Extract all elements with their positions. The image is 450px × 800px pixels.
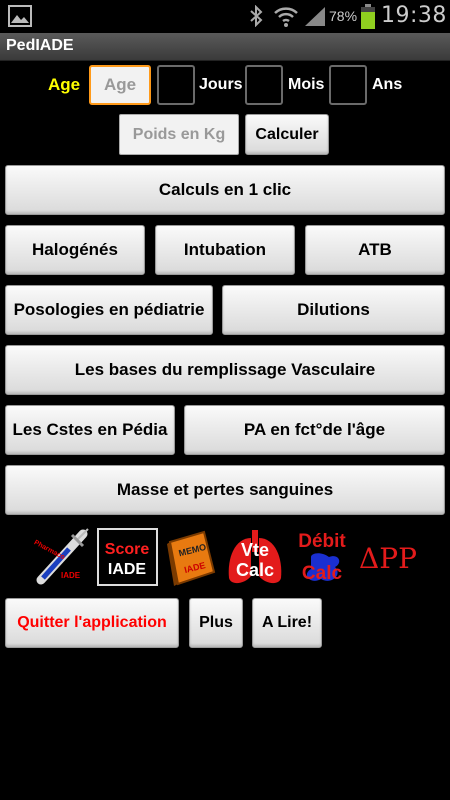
debit-label: Débit xyxy=(298,531,346,552)
status-bar: 78% 19:38 xyxy=(0,0,450,33)
bluetooth-icon xyxy=(250,5,263,27)
atb-button[interactable]: ATB xyxy=(305,225,445,275)
mois-label: Mois xyxy=(288,76,325,93)
battery-icon xyxy=(361,4,375,29)
signal-icon xyxy=(305,7,325,26)
halogenes-button[interactable]: Halogénés xyxy=(5,225,145,275)
age-input[interactable]: Age xyxy=(89,65,151,105)
debit-calc-icon: Débit Calc xyxy=(298,531,346,584)
pharmaco-iade-app-icon[interactable]: Pharmaco IADE xyxy=(33,528,90,586)
battery-percent: 78% xyxy=(329,8,358,24)
mois-checkbox[interactable] xyxy=(245,65,283,105)
vte-label: Vte xyxy=(241,540,269,560)
lungs-icon: Vte Calc xyxy=(228,530,282,584)
vte-calc-label: Calc xyxy=(236,560,274,580)
plus-button[interactable]: Plus xyxy=(189,598,243,648)
score-label: Score xyxy=(105,541,150,558)
debit-calc-label: Calc xyxy=(302,563,343,584)
delta-pp-label: ΔPP xyxy=(359,542,417,575)
score-iade-app-icon[interactable]: Score IADE xyxy=(97,528,158,586)
syringe-icon: Pharmaco IADE xyxy=(33,528,89,585)
ans-checkbox[interactable] xyxy=(329,65,367,105)
memo-iade-app-icon[interactable]: MEMO IADE xyxy=(164,528,219,586)
pharmaco-label: Pharmaco xyxy=(33,539,66,561)
intubation-button[interactable]: Intubation xyxy=(155,225,295,275)
score-iade-icon: Score IADE xyxy=(105,541,150,578)
age-label: Age xyxy=(48,75,81,94)
pharmaco-sub-label: IADE xyxy=(61,571,81,580)
score-iade-label: IADE xyxy=(108,561,147,578)
remplissage-vasculaire-button[interactable]: Les bases du remplissage Vasculaire xyxy=(5,345,445,395)
ans-label: Ans xyxy=(372,76,403,93)
delta-pp-icon: ΔPP xyxy=(359,542,417,575)
gallery-notification-icon xyxy=(8,5,32,27)
jours-label: Jours xyxy=(199,76,243,93)
calculer-button[interactable]: Calculer xyxy=(245,114,329,155)
delta-pp-app-icon[interactable]: ΔPP xyxy=(357,535,419,579)
a-lire-button[interactable]: A Lire! xyxy=(252,598,322,648)
calculs-1-clic-button[interactable]: Calculs en 1 clic xyxy=(5,165,445,215)
app-title: PedIADE xyxy=(6,37,74,54)
masse-pertes-sanguines-button[interactable]: Masse et pertes sanguines xyxy=(5,465,445,515)
debit-calc-app-icon[interactable]: Débit Calc xyxy=(291,527,353,587)
vte-calc-app-icon[interactable]: Vte Calc xyxy=(225,528,285,588)
memo-book-icon: MEMO IADE xyxy=(167,530,216,586)
dilutions-button[interactable]: Dilutions xyxy=(222,285,445,335)
jours-checkbox[interactable] xyxy=(157,65,195,105)
clock: 19:38 xyxy=(381,3,447,28)
constantes-pedia-button[interactable]: Les Cstes en Pédia xyxy=(5,405,175,455)
posologies-button[interactable]: Posologies en pédiatrie xyxy=(5,285,213,335)
app-title-bar: PedIADE xyxy=(0,33,450,61)
quit-app-button[interactable]: Quitter l'application xyxy=(5,598,179,648)
pa-age-button[interactable]: PA en fct°de l'âge xyxy=(184,405,445,455)
weight-input[interactable]: Poids en Kg xyxy=(119,114,239,155)
wifi-icon xyxy=(274,7,298,27)
